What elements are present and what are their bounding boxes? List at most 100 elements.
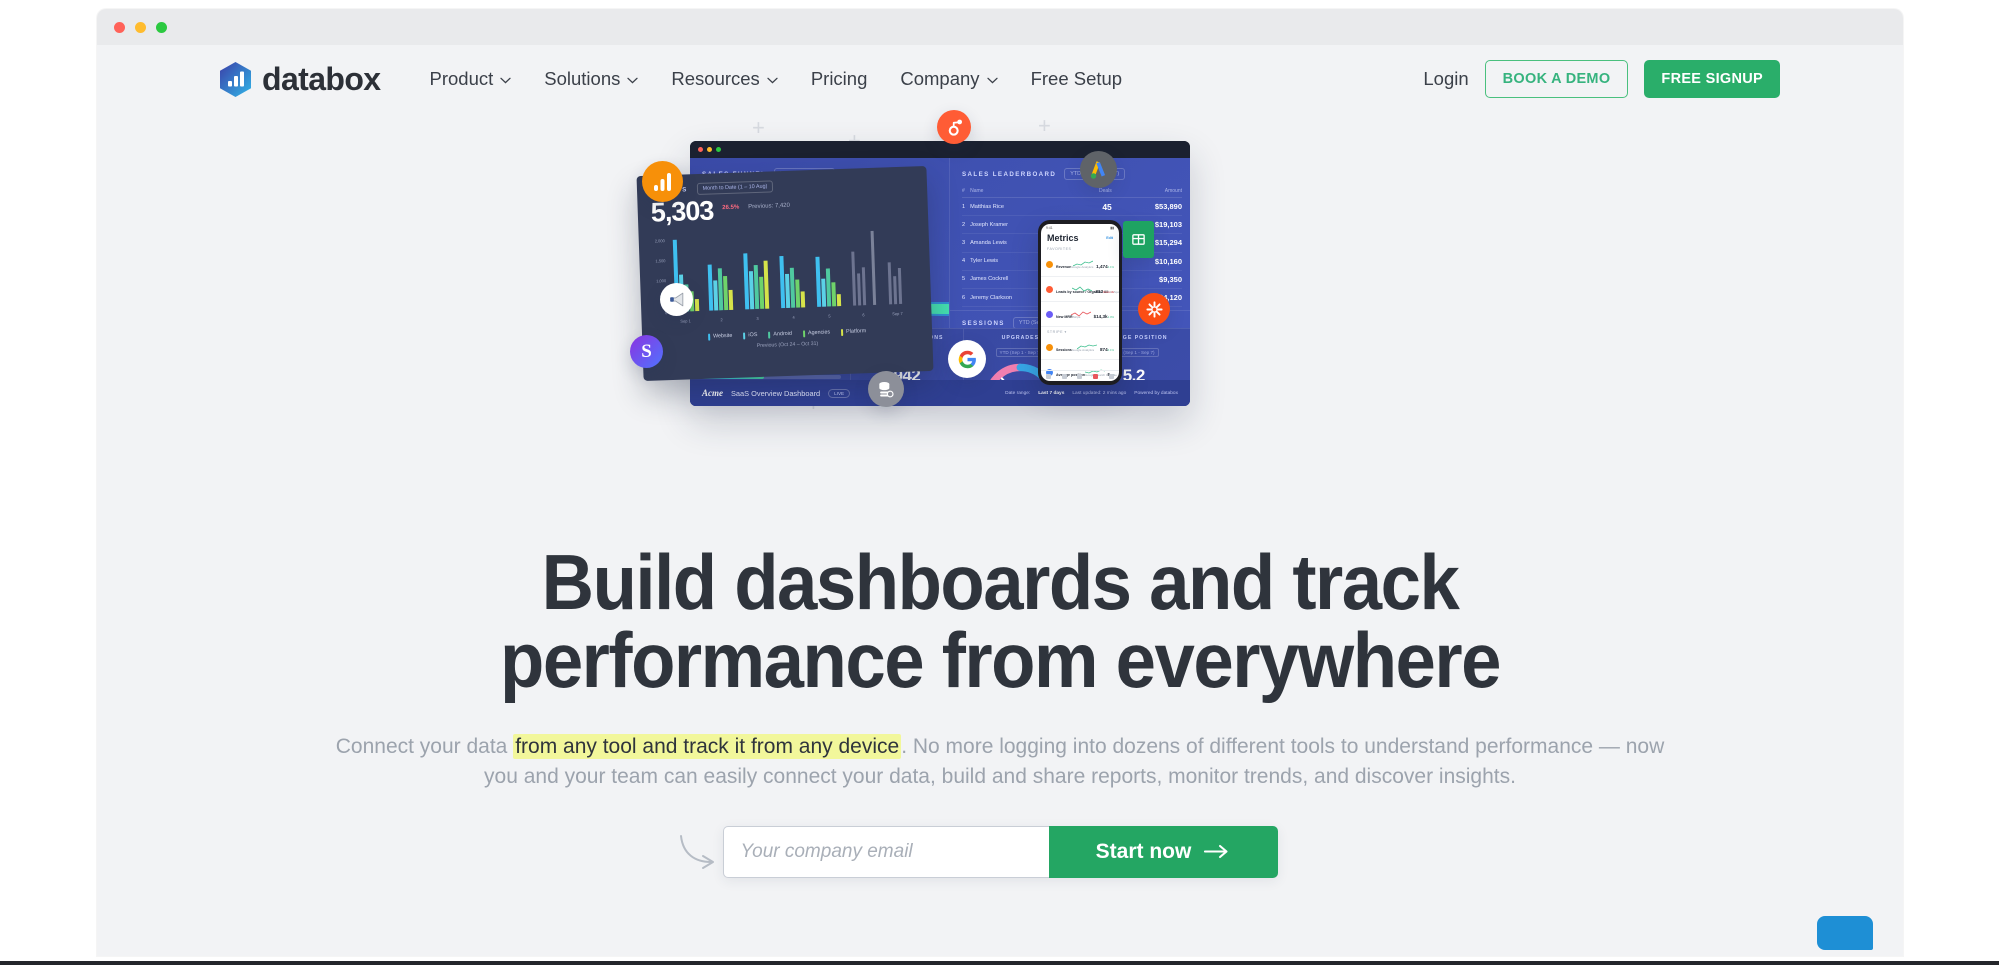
window-controls[interactable] [114,22,167,33]
browser-titlebar [97,9,1903,45]
svg-text:2: 2 [720,317,723,322]
nav-item-free-setup[interactable]: Free Setup [1031,68,1123,90]
metric-delta: 6.1% [1107,348,1114,352]
phone-tabbar[interactable] [1041,370,1119,381]
page-content: databox Product Solutions Resources Pric… [97,45,1903,956]
sparkline-chart [1070,311,1091,317]
login-link[interactable]: Login [1423,68,1468,90]
nav-item-resources[interactable]: Resources [671,68,778,90]
nav-label: Product [429,68,494,89]
nav-label: Pricing [810,68,868,89]
start-now-label: Start now [1095,839,1192,863]
powered-by: Powered by databox [1134,390,1178,396]
metric-delta: 4.1% [1107,265,1114,269]
sheets-grid-icon [1132,234,1145,245]
close-icon[interactable] [114,22,125,33]
tab-dashboards-icon[interactable] [1046,373,1052,379]
date-range-value[interactable]: Last 7 days [1038,391,1064,396]
free-signup-button[interactable]: FREE SIGNUP [1644,60,1780,98]
metric-source-icon [1046,285,1053,293]
phone-mockup: 9:41 ▮▮ Metrics Edit FAVORITES RevenueGoo… [1038,220,1122,385]
sparkline-chart [1072,286,1093,292]
dashboard-brand-logo: Acme [702,388,723,398]
hubspot-icon [937,110,971,144]
megaphone-icon [670,292,684,307]
legend-item: iOS [743,332,758,340]
start-now-button[interactable]: Start now [1048,825,1278,878]
chevron-down-icon [500,77,511,83]
subtitle-part-1: Connect your data [335,735,514,758]
footer-meta-group: Date range: Last 7 days Last updated: 2 … [1005,391,1178,396]
screenshot-root: databox Product Solutions Resources Pric… [0,0,1999,965]
list-item[interactable]: Leads by source / Organic / AllHubSpot 2… [1041,277,1119,302]
legend-label: Platform [846,328,867,336]
google-icon [948,340,986,378]
cell-deals: 45 [1078,197,1112,217]
illustration-canvas: + + + + + + × × [620,110,1380,513]
date-range-label: Date range: [1005,390,1031,396]
google-g-icon [958,350,976,368]
email-field[interactable] [722,825,1049,878]
databox-logo-icon [220,61,251,97]
brand-logo[interactable]: databox [220,61,381,98]
metric-delta: Down 3k [1103,290,1114,294]
cell-amount: $53,890 [1111,197,1182,217]
list-item[interactable]: SessionsGoogle Analytics 8746.1% [1041,335,1119,360]
tab-metrics-icon[interactable] [1061,373,1067,379]
phone-page-title: Metrics Edit [1041,231,1119,244]
svg-text:1,500: 1,500 [655,258,666,263]
minimize-icon[interactable] [135,22,146,33]
klipfolio-asterisk-icon [1138,293,1170,325]
table-row: 1 Matthias Rice 45 $53,890 [962,197,1182,217]
hero-signup-section: Start now [97,825,1903,878]
cell-rank: 2 [962,215,971,235]
chevron-down-icon [986,77,998,83]
phone-edit-button[interactable]: Edit [1106,236,1113,240]
site-navbar: databox Product Solutions Resources Pric… [97,45,1903,113]
svg-text:Sep 1: Sep 1 [680,318,691,323]
database-server-icon [879,382,894,398]
signups-daterange[interactable]: Month to Date (1 – 10 Aug) [696,180,774,196]
asterisk-icon [1145,300,1163,318]
phone-title-text: Metrics [1047,233,1079,243]
tab-more-icon[interactable] [1108,373,1114,379]
signups-delta: 26.5% [722,204,740,212]
book-a-demo-button[interactable]: BOOK A DEMO [1484,60,1629,98]
stripe-letter-s: S [641,340,652,362]
dashboard-title: SaaS Overview Dashboard [731,388,821,398]
nav-item-product[interactable]: Product [430,68,512,90]
chat-widget-button[interactable] [1817,916,1873,950]
col-rank: # [962,185,971,198]
list-item[interactable]: RevenueGoogle Analytics 1,4744.1% [1041,252,1119,277]
signups-previous: Previous: 7,420 [748,194,790,210]
legend-item: Android [768,330,792,339]
nav-label: Free Setup [1030,68,1123,89]
close-icon [698,147,703,152]
table-header-row: # Name Deals Amount [962,185,1182,198]
zoom-icon[interactable] [156,22,167,33]
zoom-icon [716,147,721,152]
nav-item-pricing[interactable]: Pricing [811,68,868,90]
chevron-down-icon [767,77,778,83]
metric-value: 212 [1095,289,1104,294]
svg-text:6: 6 [862,312,865,317]
headline-line-2: performance from everywhere [499,616,1501,704]
headline-line-1: Build dashboards and track [541,538,1460,626]
svg-text:4: 4 [792,314,795,319]
svg-text:2,000: 2,000 [655,238,666,243]
cell-rank: 3 [962,233,971,253]
tab-alerts-icon[interactable] [1077,373,1083,379]
nav-item-company[interactable]: Company [900,68,998,90]
brand-name: databox [262,60,381,97]
list-item[interactable]: New MRRStripe $14,3k2.0% [1041,302,1119,327]
cell-amount: $9,350 [1111,270,1182,289]
tab-notifications-icon[interactable] [1093,373,1099,379]
col-name: Name [970,185,1079,198]
cell-rank: 4 [962,252,971,271]
nav-label: Company [900,68,980,89]
live-badge: LIVE [828,388,851,398]
nav-item-solutions[interactable]: Solutions [544,68,639,90]
legend-label: Website [712,333,733,340]
database-icon [868,371,904,407]
metric-source-icon [1046,260,1053,268]
